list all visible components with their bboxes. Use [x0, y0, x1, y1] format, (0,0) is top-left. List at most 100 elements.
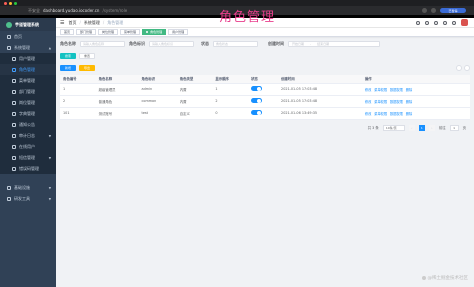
log-icon — [12, 133, 16, 138]
tag-posts[interactable]: 岗位管理 — [98, 29, 119, 35]
delete-link[interactable]: 删除 — [406, 87, 412, 92]
tag-users[interactable]: 用户管理 — [168, 29, 189, 35]
hamburger-icon[interactable]: ☰ — [60, 20, 64, 26]
status-switch[interactable] — [250, 98, 262, 103]
table-row: 1 超级管理员 admin 内置 1 2021-01-05 17:03:48 修… — [60, 83, 470, 96]
data-perm-link[interactable]: 数据权限 — [390, 87, 403, 92]
sidebar-item-system[interactable]: 系统管理 ▲ — [0, 42, 56, 53]
breadcrumb-home[interactable]: 首页 — [68, 20, 76, 26]
extension-icon[interactable] — [422, 8, 427, 13]
status-switch[interactable] — [250, 86, 262, 91]
menu-perm-link[interactable]: 菜单权限 — [374, 111, 387, 116]
sidebar-item-audit[interactable]: 审计日志 ▼ — [0, 130, 56, 141]
cell-status — [247, 83, 279, 96]
question-icon[interactable] — [434, 20, 438, 25]
cell-created: 2021-01-06 13:49:35 — [278, 107, 362, 120]
delete-link[interactable]: 删除 — [406, 111, 412, 116]
avatar[interactable] — [461, 19, 468, 26]
tag-roles[interactable]: 角色管理 — [142, 29, 167, 35]
sidebar-item-roles[interactable]: 角色管理 — [0, 64, 56, 75]
status-switch[interactable] — [250, 110, 262, 115]
sidebar-item-dicts[interactable]: 字典管理 — [0, 108, 56, 119]
minimize-window-icon[interactable] — [9, 1, 12, 5]
prev-page-icon[interactable]: ‹ — [408, 124, 415, 131]
refresh-icon[interactable] — [464, 65, 470, 71]
watermark-text: @稀土掘金技术社区 — [427, 276, 469, 281]
sidebar-item-label: 菜单管理 — [19, 77, 35, 83]
github-icon[interactable] — [425, 20, 429, 25]
sidebar-item-infra[interactable]: 基础设施 ▼ — [0, 182, 56, 193]
sidebar-item-home[interactable]: 首页 — [0, 31, 56, 42]
date-range-picker[interactable]: 开始日期 - 结束日期 — [288, 41, 380, 47]
role-name-input[interactable]: 请输入角色名称 — [80, 41, 125, 47]
code-icon — [12, 166, 16, 171]
role-table: 角色编号 角色名称 角色标识 角色类型 显示顺序 状态 创建时间 操作 1 超级… — [60, 75, 470, 120]
chevron-down-icon: ▼ — [48, 133, 51, 138]
data-perm-link[interactable]: 数据权限 — [390, 99, 403, 104]
role-code-input[interactable]: 请输入角色标识 — [149, 41, 194, 47]
cell-ops: 修改 菜单权限 数据权限 删除 — [361, 107, 470, 120]
tool-icon — [7, 196, 11, 201]
sidebar-item-label: 角色管理 — [19, 66, 35, 72]
tag-home[interactable]: 首页 — [60, 29, 75, 35]
sidebar-item-sms[interactable]: 短信管理 ▼ — [0, 152, 56, 163]
col-ops: 操作 — [361, 75, 470, 84]
toggle-search-icon[interactable] — [456, 65, 462, 71]
tag-depts[interactable]: 部门管理 — [76, 29, 97, 35]
sidebar-item-devtools[interactable]: 研发工具 ▼ — [0, 193, 56, 204]
pagination: 共 3 条 10条/页 ‹ 1 › 前往 1 页 — [60, 124, 470, 131]
search-button[interactable]: 搜索 — [60, 53, 77, 59]
breadcrumb-system[interactable]: 系统管理 — [84, 20, 100, 26]
sidebar-item-label: 短信管理 — [19, 154, 35, 160]
chevron-down-icon: ▼ — [48, 185, 51, 190]
status-label: 状态 — [201, 41, 209, 46]
search-icon[interactable] — [416, 20, 420, 25]
tree-icon — [12, 89, 16, 94]
cell-created: 2021-01-05 17:03:48 — [278, 95, 362, 108]
jump-input[interactable]: 1 — [449, 124, 459, 131]
cell-status — [247, 95, 279, 108]
add-button[interactable]: 新增 — [60, 65, 77, 71]
col-created: 创建时间 — [278, 75, 362, 84]
maximize-window-icon[interactable] — [14, 1, 17, 5]
close-window-icon[interactable] — [4, 1, 7, 5]
sidebar-item-posts[interactable]: 岗位管理 — [0, 97, 56, 108]
bookmark-icon[interactable] — [431, 8, 436, 13]
data-perm-link[interactable]: 数据权限 — [390, 111, 403, 116]
cell-status — [247, 107, 279, 120]
cell-type: 内置 — [176, 83, 213, 96]
edit-link[interactable]: 修改 — [365, 87, 371, 92]
menu-perm-link[interactable]: 菜单权限 — [374, 87, 387, 92]
page-title: 角色管理 — [219, 10, 276, 25]
fullscreen-icon[interactable] — [443, 20, 447, 25]
status-select[interactable]: 角色状态 — [213, 41, 258, 47]
page-number[interactable]: 1 — [418, 124, 425, 131]
sidebar-item-errorcode[interactable]: 错误码管理 — [0, 163, 56, 174]
cell-code: common — [138, 95, 177, 108]
sidebar-item-online[interactable]: 在线用户 — [0, 141, 56, 152]
chevron-down-icon: ▼ — [48, 196, 51, 201]
start-date: 开始日期 — [292, 42, 305, 46]
menu-perm-link[interactable]: 菜单权限 — [374, 99, 387, 104]
pager-total: 共 3 条 — [367, 126, 379, 130]
content: 角色名称 请输入角色名称 角色标识 请输入角色标识 状态 角色状态 创建时间 开… — [60, 39, 470, 131]
brand[interactable]: 芋道管理系统 — [0, 18, 56, 31]
cell-sort: 0 — [212, 107, 248, 120]
profile-button[interactable]: 已暂停 — [440, 8, 466, 13]
sidebar-item-users[interactable]: 用户管理 — [0, 53, 56, 64]
export-button[interactable]: 导出 — [79, 65, 96, 71]
col-code: 角色标识 — [138, 75, 177, 84]
url-host: dashboard.yudao.iocoder.cn — [43, 8, 100, 13]
sidebar-item-notices[interactable]: 通知公告 — [0, 119, 56, 130]
sidebar-item-depts[interactable]: 部门管理 — [0, 86, 56, 97]
next-page-icon[interactable]: › — [428, 124, 435, 131]
edit-link[interactable]: 修改 — [365, 99, 371, 104]
edit-link[interactable]: 修改 — [365, 111, 371, 116]
size-icon[interactable] — [452, 20, 456, 25]
delete-link[interactable]: 删除 — [406, 99, 412, 104]
cell-id: 1 — [60, 83, 96, 96]
tag-menus[interactable]: 菜单管理 — [120, 29, 141, 35]
sidebar-item-menus[interactable]: 菜单管理 — [0, 75, 56, 86]
reset-button[interactable]: 重置 — [79, 53, 96, 59]
page-size-select[interactable]: 10条/页 — [382, 124, 405, 131]
